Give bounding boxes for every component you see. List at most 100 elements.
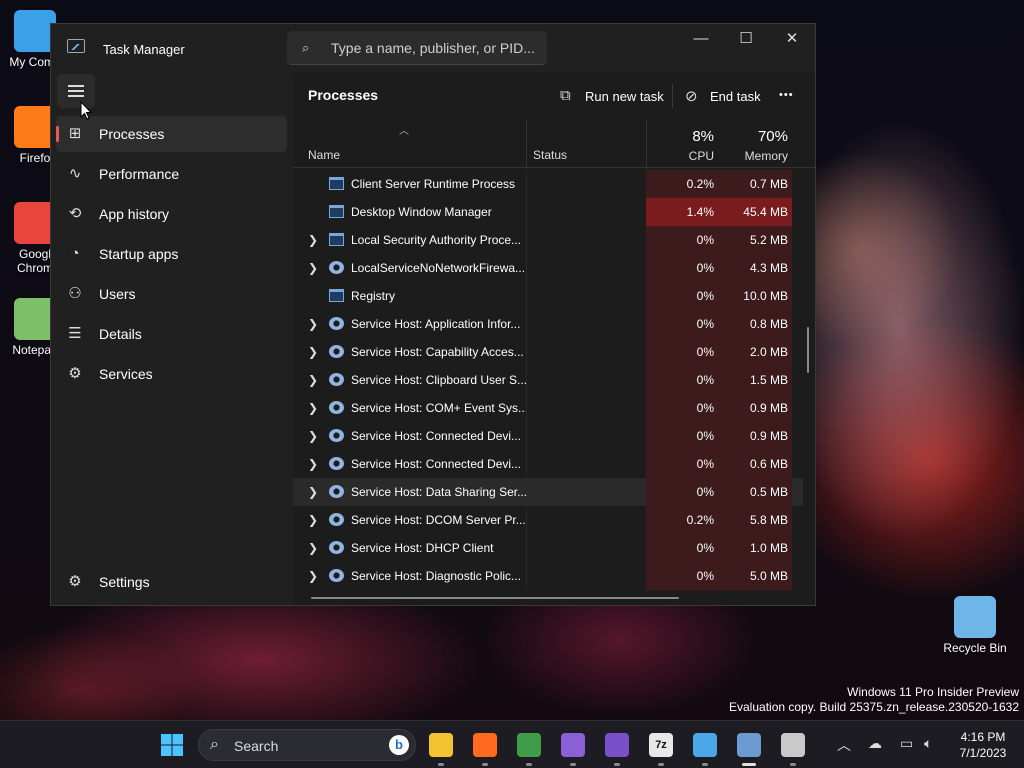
column-header-memory[interactable]: 70% Memory xyxy=(718,120,792,168)
hamburger-icon xyxy=(68,85,84,87)
process-list: Client Server Runtime Process 0.2% 0.7 MB D… xyxy=(293,170,815,590)
table-row[interactable]: ❯ Service Host: DCOM Server Pr... 0.2% 5.8 … xyxy=(293,506,803,534)
taskbar-visual-studio-icon[interactable] xyxy=(561,733,585,757)
column-divider[interactable] xyxy=(646,120,647,168)
taskbar-app-icon[interactable] xyxy=(781,733,805,757)
process-name: Service Host: Capability Acces... xyxy=(351,345,524,359)
taskbar-notepad-icon[interactable] xyxy=(693,733,717,757)
expand-chevron-icon[interactable]: ❯ xyxy=(308,485,318,499)
expand-chevron-icon[interactable]: ❯ xyxy=(308,513,318,527)
table-row[interactable]: Client Server Runtime Process 0.2% 0.7 MB xyxy=(293,170,803,198)
bing-icon[interactable]: b xyxy=(389,735,409,755)
table-row[interactable]: ❯ Service Host: Connected Devi... 0% 0.9 MB xyxy=(293,422,803,450)
volume-icon[interactable]: 🔈︎ xyxy=(924,735,932,752)
desktop-icon[interactable]: Recycle Bin xyxy=(940,596,1010,655)
sidebar-item-settings[interactable]: ⚙ Settings xyxy=(56,564,287,600)
table-row[interactable]: ❯ Local Security Authority Proce... 0% 5.2 … xyxy=(293,226,803,254)
expand-chevron-icon[interactable]: ❯ xyxy=(308,541,318,555)
cpu-total-percent: 8% xyxy=(692,128,714,145)
cell-divider xyxy=(526,310,527,338)
process-cpu: 0% xyxy=(646,450,718,478)
show-hidden-icons-chevron-icon[interactable]: ︿ xyxy=(837,735,851,755)
running-indicator xyxy=(438,763,444,766)
taskbar-search[interactable]: ⌕ Search b xyxy=(198,729,416,761)
sidebar-item-performance[interactable]: ∿ Performance xyxy=(56,156,287,192)
table-row[interactable]: Registry 0% 10.0 MB xyxy=(293,282,803,310)
table-row[interactable]: ❯ Service Host: Application Infor... 0% 0.8… xyxy=(293,310,803,338)
running-indicator xyxy=(526,763,532,766)
cell-divider xyxy=(526,562,527,590)
taskbar-file-explorer-icon[interactable] xyxy=(429,733,453,757)
process-name: Service Host: Diagnostic Polic... xyxy=(351,569,522,583)
close-button[interactable]: ✕ xyxy=(769,24,815,56)
taskbar-task-manager-icon[interactable] xyxy=(737,733,761,757)
expand-chevron-icon[interactable]: ❯ xyxy=(308,429,318,443)
table-row[interactable]: ❯ LocalServiceNoNetworkFirewa... 0% 4.3 MB xyxy=(293,254,803,282)
expand-chevron-icon[interactable]: ❯ xyxy=(308,317,318,331)
sidebar-item-app-history[interactable]: ⟲ App history xyxy=(56,196,287,232)
table-header: ︿ Name Status 8% CPU 70% Memory xyxy=(293,120,815,168)
cell-divider xyxy=(526,366,527,394)
running-indicator xyxy=(742,763,756,766)
table-row[interactable]: ❯ Service Host: COM+ Event Sys... 0% 0.9 MB xyxy=(293,394,803,422)
process-memory: 0.6 MB xyxy=(718,450,792,478)
column-header-cpu[interactable]: 8% CPU xyxy=(646,120,718,168)
system-clock[interactable]: 4:16 PM 7/1/2023 xyxy=(950,729,1016,761)
nav-icon: ⊞ xyxy=(68,125,82,142)
column-divider[interactable] xyxy=(526,120,527,168)
start-button[interactable] xyxy=(160,733,184,757)
column-header-name[interactable]: Name xyxy=(308,148,340,162)
table-row[interactable]: ❯ Service Host: DHCP Client 0% 1.0 MB xyxy=(293,534,803,562)
process-name: Service Host: Connected Devi... xyxy=(351,457,522,471)
running-indicator xyxy=(482,763,488,766)
taskbar-visual-studio-2-icon[interactable] xyxy=(605,733,629,757)
taskbar-chrome-icon[interactable] xyxy=(517,733,541,757)
process-memory: 5.8 MB xyxy=(718,506,792,534)
expand-chevron-icon[interactable]: ❯ xyxy=(308,345,318,359)
sidebar-item-label: Startup apps xyxy=(99,246,179,262)
search-icon: ⌕ xyxy=(302,40,310,55)
column-header-status[interactable]: Status xyxy=(533,148,567,162)
process-cpu: 0% xyxy=(646,534,718,562)
cell-divider xyxy=(526,450,527,478)
vertical-scrollbar[interactable] xyxy=(807,327,809,373)
table-row[interactable]: Desktop Window Manager 1.4% 45.4 MB xyxy=(293,198,803,226)
table-row[interactable]: ❯ Service Host: Clipboard User S... 0% 1.5 … xyxy=(293,366,803,394)
display-icon[interactable]: ▭ xyxy=(900,735,913,752)
expand-chevron-icon[interactable]: ❯ xyxy=(308,401,318,415)
taskbar-firefox-icon[interactable] xyxy=(473,733,497,757)
expand-chevron-icon[interactable]: ❯ xyxy=(308,569,318,583)
expand-chevron-icon[interactable]: ❯ xyxy=(308,261,318,275)
table-row[interactable]: ❯ Service Host: Diagnostic Polic... 0% 5.0 … xyxy=(293,562,803,590)
process-memory: 2.0 MB xyxy=(718,338,792,366)
sidebar-item-details[interactable]: ☰ Details xyxy=(56,316,287,352)
cell-divider xyxy=(526,254,527,282)
sidebar-item-label: Users xyxy=(99,286,136,302)
sidebar-item-users[interactable]: ⚇ Users xyxy=(56,276,287,312)
expand-chevron-icon[interactable]: ❯ xyxy=(308,233,318,247)
network-disconnected-icon[interactable]: ☁ xyxy=(868,735,882,752)
table-row[interactable]: ❯ Service Host: Capability Acces... 0% 2.0 … xyxy=(293,338,803,366)
process-search-box[interactable]: ⌕ xyxy=(287,31,547,65)
service-gear-icon xyxy=(329,373,344,386)
horizontal-scrollbar[interactable] xyxy=(311,597,679,599)
nav-icon: ∿ xyxy=(68,165,82,182)
maximize-button[interactable]: ☐ xyxy=(723,24,769,56)
table-row[interactable]: ❯ Service Host: Connected Devi... 0% 0.6 MB xyxy=(293,450,803,478)
expand-chevron-icon[interactable]: ❯ xyxy=(308,373,318,387)
process-memory: 5.2 MB xyxy=(718,226,792,254)
search-input[interactable] xyxy=(331,37,536,59)
sort-ascending-icon[interactable]: ︿ xyxy=(399,122,409,137)
sidebar-item-processes[interactable]: ⊞ Processes xyxy=(56,116,287,152)
cell-divider xyxy=(526,394,527,422)
sidebar-item-startup-apps[interactable]: ◔ Startup apps xyxy=(56,236,287,272)
minimize-button[interactable]: — xyxy=(678,24,724,56)
cell-divider xyxy=(526,338,527,366)
expand-chevron-icon[interactable]: ❯ xyxy=(308,457,318,471)
process-memory: 1.0 MB xyxy=(718,534,792,562)
table-row[interactable]: ❯ Service Host: Data Sharing Ser... 0% 0.5 … xyxy=(293,478,803,506)
process-memory: 4.3 MB xyxy=(718,254,792,282)
sidebar-item-services[interactable]: ⚙ Services xyxy=(56,356,287,392)
taskbar-7zip-icon[interactable]: 7z xyxy=(649,733,673,757)
title-bar[interactable]: Task Manager ⌕ — ☐ ✕ xyxy=(51,24,815,72)
